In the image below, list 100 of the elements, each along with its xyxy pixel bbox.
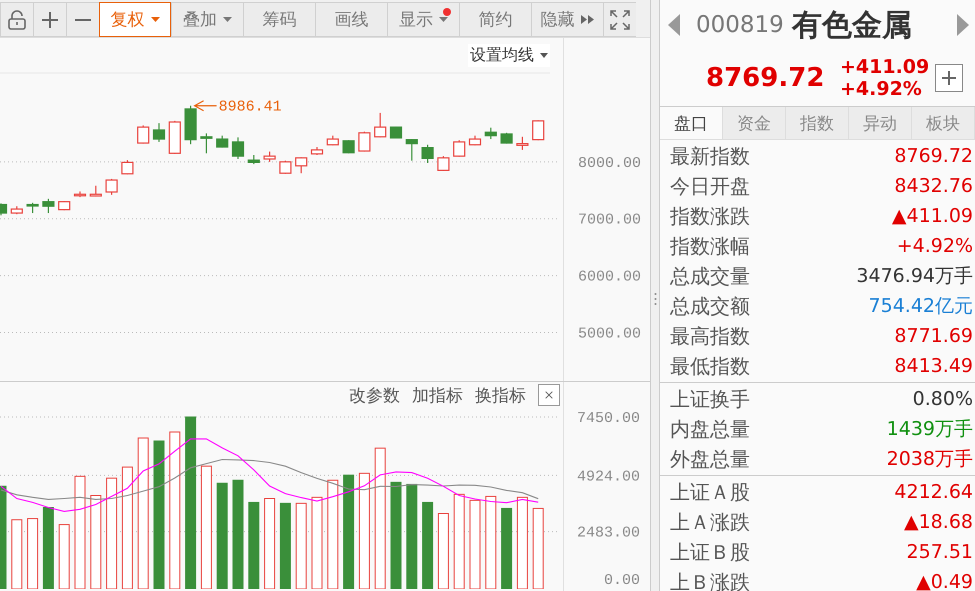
field-label: 上证Ｂ股 (670, 538, 750, 566)
field-label: 上证Ａ股 (670, 478, 750, 506)
caret-icon (150, 17, 160, 22)
field-value: 8413.49 (894, 355, 973, 377)
volume-bar (27, 518, 38, 589)
axis-label: 7000.00 (578, 212, 642, 229)
candlestick (0, 203, 8, 216)
candlestick (374, 112, 386, 138)
plus-icon (41, 10, 59, 28)
minus-button[interactable] (66, 2, 99, 37)
candlestick (468, 136, 482, 146)
tab[interactable]: 资金 (723, 107, 786, 139)
field-value: 4212.64 (894, 481, 973, 503)
tab[interactable]: 指数 (786, 107, 849, 139)
axis-label: 8000.00 (578, 154, 642, 172)
candlestick (295, 157, 308, 174)
candlestick (326, 136, 339, 146)
field-label: 上Ａ涨跌 (670, 508, 750, 536)
fullscreen-button[interactable] (603, 2, 636, 37)
candlestick (342, 140, 355, 154)
field-label: 上证换手 (670, 386, 750, 412)
field-value: 0.80% (912, 388, 973, 410)
minus-icon (74, 18, 92, 22)
caret-icon (439, 17, 448, 22)
field-label: 最新指数 (670, 142, 750, 170)
field-label: 总成交量 (670, 262, 750, 290)
pointer-arrow (193, 100, 218, 112)
field-value: 2038万手 (886, 447, 973, 472)
toolbar-button[interactable]: 筹码 (243, 2, 315, 37)
candlestick (516, 136, 528, 150)
field-label: 外盘总量 (670, 446, 750, 472)
next-arrow-icon[interactable] (957, 14, 969, 36)
field-label: 指数涨幅 (670, 232, 750, 260)
field-label: 今日开盘 (670, 172, 750, 200)
toolbar-button[interactable]: 画线 (315, 2, 387, 37)
axis-label: 6000.00 (578, 268, 642, 286)
candlestick (90, 186, 102, 197)
indicator-link[interactable]: 加指标 (412, 384, 463, 406)
field-value: 1439万手 (886, 417, 973, 442)
toolbar-button[interactable]: 隐藏 (531, 2, 603, 37)
candlestick (137, 125, 150, 144)
candlestick (26, 202, 39, 214)
tab[interactable]: 板块 (912, 107, 975, 139)
plus-button[interactable] (33, 2, 66, 37)
field-label: 指数涨跌 (670, 202, 750, 230)
candlestick (279, 160, 292, 174)
field-value: ▲0.49 (916, 571, 973, 591)
field-value: ▲18.68 (904, 511, 973, 533)
field-value: 257.51 (906, 541, 973, 563)
lock-icon (8, 10, 26, 30)
grip-icon[interactable] (654, 292, 656, 306)
candlestick (152, 123, 166, 142)
tab[interactable]: 异动 (849, 107, 912, 139)
lock-button[interactable] (0, 2, 33, 37)
indicator-link[interactable]: 换指标 (475, 384, 526, 406)
axis-label: 4924.00 (576, 468, 640, 486)
double-arrow-icon (580, 15, 594, 24)
candlestick (422, 144, 434, 163)
fullscreen-icon (610, 10, 630, 30)
candlestick (358, 132, 370, 152)
volume-bar (58, 524, 70, 589)
candlestick (184, 106, 197, 144)
candlestick (484, 128, 497, 140)
plus-icon (941, 70, 957, 86)
add-button[interactable] (935, 64, 963, 92)
volume-bar (11, 519, 22, 589)
close-button[interactable] (538, 384, 560, 406)
high-price-label: 8986.41 (218, 98, 282, 116)
toolbar-button[interactable]: 显示 (387, 2, 459, 37)
toolbar-button[interactable]: 叠加 (171, 2, 243, 37)
candlestick (168, 120, 181, 154)
candlestick (42, 198, 54, 214)
field-label: 内盘总量 (670, 416, 750, 442)
field-value: 8769.72 (894, 145, 973, 167)
stock-name: 有色金属 (792, 6, 913, 44)
candlestick (10, 206, 23, 214)
field-value: +4.92% (896, 235, 973, 257)
previous-arrow-icon[interactable] (668, 14, 680, 36)
axis-label: 5000.00 (578, 326, 642, 343)
candlestick (74, 191, 86, 198)
price-change: +411.09 (840, 56, 930, 78)
indicator-link[interactable]: 改参数 (349, 384, 400, 406)
axis-label: 2483.00 (576, 524, 640, 542)
field-label: 上Ｂ涨跌 (670, 568, 750, 591)
caret-icon (223, 17, 232, 22)
ma-settings-dropdown[interactable]: 设置均线 (468, 44, 550, 67)
toolbar-button[interactable]: 复权 (99, 2, 171, 37)
candlestick (248, 155, 260, 164)
toolbar-button[interactable]: 简约 (459, 2, 531, 37)
candlestick (106, 178, 118, 195)
close-icon (545, 389, 553, 401)
candlestick (200, 133, 212, 154)
field-value: 8432.76 (894, 175, 973, 197)
axis-label: 7450.00 (576, 410, 640, 427)
percent-change: +4.92% (840, 78, 923, 100)
candlestick (232, 137, 244, 159)
caret-icon (540, 53, 548, 58)
candlestick (406, 139, 418, 161)
candlestick (121, 160, 134, 174)
current-price: 8769.72 (706, 63, 826, 93)
